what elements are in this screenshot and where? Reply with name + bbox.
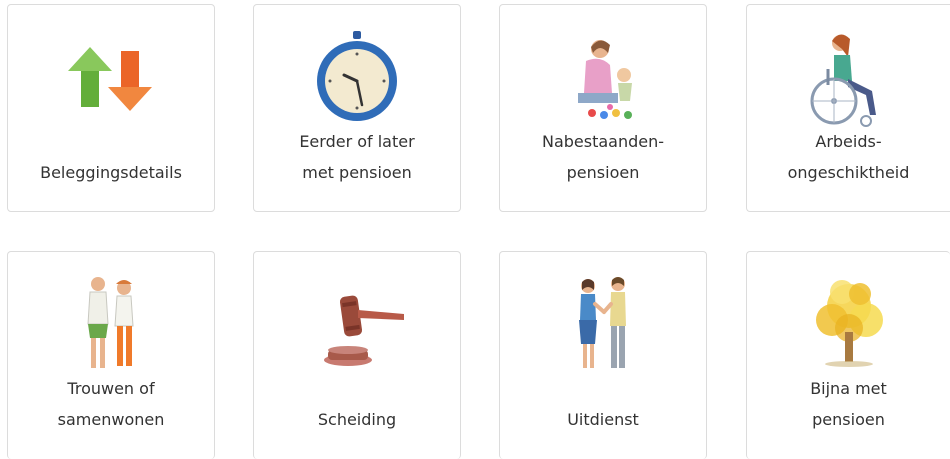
tile-scheiding[interactable]: Scheiding bbox=[253, 251, 461, 459]
handshake-icon bbox=[548, 276, 658, 376]
tile-bijna-met-pensioen[interactable]: Bijna met pensioen bbox=[746, 251, 950, 459]
tile-label: Trouwen of samenwonen bbox=[57, 379, 165, 429]
tile-beleggingsdetails[interactable]: Beleggingsdetails bbox=[7, 4, 215, 212]
tile-nabestaandenpensioen[interactable]: Nabestaanden- pensioen bbox=[499, 4, 707, 212]
tile-label: Bijna met pensioen bbox=[810, 379, 887, 429]
tile-label: Nabestaanden- pensioen bbox=[541, 132, 665, 182]
tile-eerder-of-later[interactable]: Eerder of later met pensioen bbox=[253, 4, 461, 212]
tile-label: Scheiding bbox=[317, 410, 397, 429]
mother-child-playing-icon bbox=[548, 29, 658, 129]
tile-label: Uitdienst bbox=[567, 410, 639, 429]
tile-arbeidsongeschiktheid[interactable]: Arbeids- ongeschiktheid bbox=[746, 4, 950, 212]
tile-label: Arbeids- ongeschiktheid bbox=[787, 132, 910, 182]
tile-trouwen-of-samenwonen[interactable]: Trouwen of samenwonen bbox=[7, 251, 215, 459]
tile-label: Eerder of later met pensioen bbox=[299, 132, 415, 182]
clock-icon bbox=[302, 29, 412, 129]
judge-gavel-icon bbox=[302, 276, 412, 376]
autumn-tree-icon bbox=[794, 276, 904, 376]
tile-uitdienst[interactable]: Uitdienst bbox=[499, 251, 707, 459]
wheelchair-person-icon bbox=[794, 29, 904, 129]
arrows-up-down-icon bbox=[56, 29, 166, 129]
couple-icon bbox=[56, 276, 166, 376]
tile-label: Beleggingsdetails bbox=[40, 163, 182, 182]
